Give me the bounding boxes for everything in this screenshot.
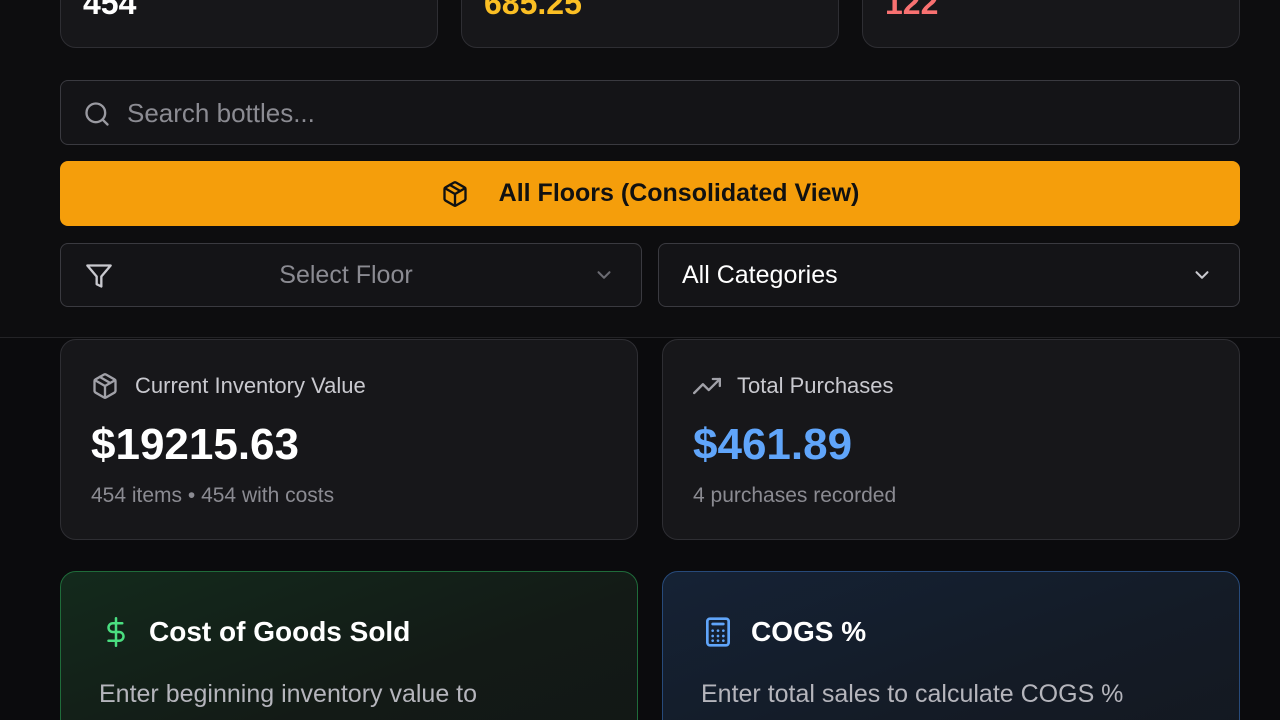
package-icon — [91, 372, 119, 400]
category-select[interactable]: All Categories — [658, 243, 1240, 307]
inventory-value-subtitle: 454 items • 454 with costs — [91, 484, 335, 507]
cogs-title: Cost of Goods Sold — [149, 616, 411, 647]
cogs-percent-header: COGS % — [701, 614, 866, 650]
total-purchases-amount: $461.89 — [693, 420, 853, 469]
inventory-value-amount: $19215.63 — [91, 420, 299, 469]
stat-value-red: 122 — [885, 0, 939, 21]
stat-value-total-items: 454 — [83, 0, 137, 21]
stat-card-amber: 685.25 — [461, 0, 839, 48]
all-floors-button-label: All Floors (Consolidated View) — [498, 179, 860, 207]
floor-select[interactable]: Select Floor — [60, 243, 642, 307]
dollar-sign-icon — [99, 614, 133, 650]
stat-card-red: 122 — [862, 0, 1240, 48]
floor-select-placeholder: Select Floor — [279, 261, 413, 289]
stat-value-amber: 685.25 — [484, 0, 582, 21]
cogs-percent-title: COGS % — [751, 616, 867, 647]
package-icon — [441, 180, 469, 208]
cogs-card: Cost of Goods Sold Enter beginning inven… — [60, 571, 638, 720]
search-input[interactable] — [127, 93, 1217, 133]
cogs-description: Enter beginning inventory value to — [99, 680, 478, 708]
chevron-down-icon — [593, 264, 615, 286]
total-purchases-header: Total Purchases — [693, 372, 894, 400]
total-purchases-subtitle: 4 purchases recorded — [693, 484, 897, 507]
trending-up-icon — [693, 372, 721, 400]
inventory-value-title: Current Inventory Value — [135, 373, 366, 398]
category-select-value: All Categories — [682, 261, 838, 289]
inventory-value-card: Current Inventory Value $19215.63 454 it… — [60, 339, 638, 540]
cogs-percent-card: COGS % Enter total sales to calculate CO… — [662, 571, 1240, 720]
chevron-down-icon — [1191, 264, 1213, 286]
search-box[interactable] — [60, 80, 1240, 145]
search-icon — [83, 100, 111, 128]
top-controls: 454 685.25 122 All Floors — [0, 0, 1280, 338]
stat-card-total-items: 454 — [60, 0, 438, 48]
inventory-value-header: Current Inventory Value — [91, 372, 366, 400]
page: 454 685.25 122 All Floors — [0, 0, 1280, 720]
all-floors-button[interactable]: All Floors (Consolidated View) — [60, 161, 1240, 226]
total-purchases-card: Total Purchases $461.89 4 purchases reco… — [662, 339, 1240, 540]
calculator-icon — [701, 614, 735, 650]
cogs-percent-description: Enter total sales to calculate COGS % — [701, 680, 1124, 708]
total-purchases-title: Total Purchases — [737, 373, 894, 398]
cogs-header: Cost of Goods Sold — [99, 614, 410, 650]
